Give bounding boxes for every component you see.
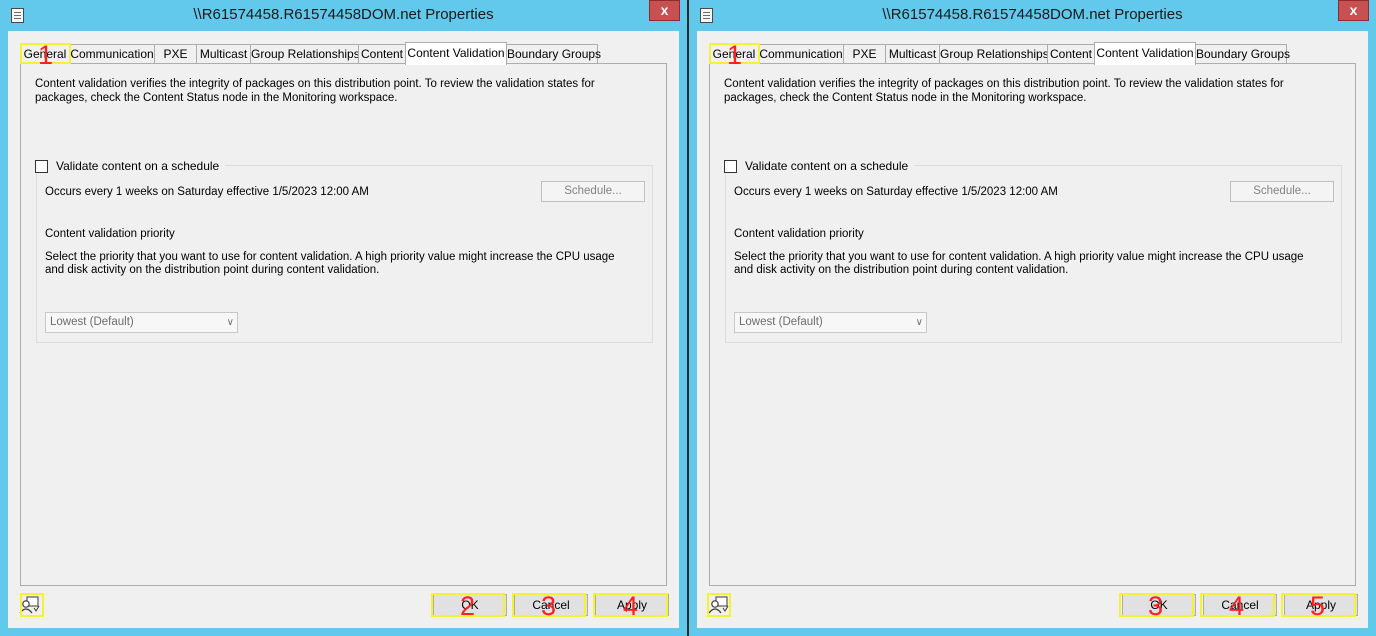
tab-pxe[interactable]: PXE: [154, 44, 197, 64]
apply-button[interactable]: Apply: [1284, 594, 1358, 616]
cancel-button[interactable]: Cancel: [514, 594, 588, 616]
tab-communication[interactable]: Communication: [758, 44, 844, 64]
ok-button[interactable]: OK: [1122, 594, 1196, 616]
tab-content-validation[interactable]: Content Validation: [1094, 42, 1196, 65]
close-button[interactable]: x: [649, 0, 680, 21]
tab-content-validation[interactable]: Content Validation: [405, 42, 507, 65]
dialog-client-area: General Communication PXE Multicast Grou…: [8, 31, 679, 628]
priority-dropdown-value: Lowest (Default): [739, 316, 823, 328]
tab-group-relationships[interactable]: Group Relationships: [250, 44, 360, 64]
ok-button[interactable]: OK: [433, 594, 507, 616]
priority-description: Select the priority that you want to use…: [45, 251, 615, 276]
properties-dialog-left: \\R61574458.R61574458DOM.net Properties …: [0, 0, 687, 636]
tab-panel-content-validation: Content validation verifies the integrit…: [20, 63, 667, 586]
priority-heading: Content validation priority: [734, 228, 864, 240]
validate-schedule-checkbox[interactable]: [35, 159, 48, 173]
window-title: \\R61574458.R61574458DOM.net Properties: [882, 6, 1183, 23]
tab-group-relationships[interactable]: Group Relationships: [939, 44, 1049, 64]
chevron-down-icon: ∨: [915, 317, 923, 328]
schedule-checkbox-row[interactable]: Validate content on a schedule: [724, 158, 915, 174]
title-bar[interactable]: \\R61574458.R61574458DOM.net Properties …: [0, 0, 687, 31]
tab-communication[interactable]: Communication: [69, 44, 155, 64]
tab-general[interactable]: General: [20, 44, 70, 64]
priority-dropdown-value: Lowest (Default): [50, 316, 134, 328]
description-text: Content validation verifies the integrit…: [724, 78, 1284, 104]
user-help-icon[interactable]: [707, 594, 731, 616]
validate-schedule-label: Validate content on a schedule: [745, 159, 909, 173]
tab-general[interactable]: General: [709, 44, 759, 64]
window-title: \\R61574458.R61574458DOM.net Properties: [193, 6, 494, 23]
tab-boundary-groups[interactable]: Boundary Groups: [1195, 44, 1290, 64]
schedule-checkbox-row[interactable]: Validate content on a schedule: [35, 158, 226, 174]
schedule-occurs-text: Occurs every 1 weeks on Saturday effecti…: [734, 186, 1058, 198]
validate-schedule-checkbox[interactable]: [724, 159, 737, 173]
properties-dialog-right: \\R61574458.R61574458DOM.net Properties …: [689, 0, 1376, 636]
schedule-button[interactable]: Schedule...: [541, 181, 645, 202]
tab-boundary-groups[interactable]: Boundary Groups: [506, 44, 601, 64]
schedule-occurs-text: Occurs every 1 weeks on Saturday effecti…: [45, 186, 369, 198]
tab-multicast[interactable]: Multicast: [885, 44, 940, 64]
validate-schedule-label: Validate content on a schedule: [56, 159, 220, 173]
priority-heading: Content validation priority: [45, 228, 175, 240]
priority-dropdown[interactable]: Lowest (Default) ∨: [734, 312, 927, 333]
apply-button[interactable]: Apply: [595, 594, 669, 616]
user-help-icon[interactable]: [18, 594, 42, 616]
tab-pxe[interactable]: PXE: [843, 44, 886, 64]
dialog-client-area: General Communication PXE Multicast Grou…: [697, 31, 1368, 628]
priority-dropdown[interactable]: Lowest (Default) ∨: [45, 312, 238, 333]
schedule-button[interactable]: Schedule...: [1230, 181, 1334, 202]
tab-multicast[interactable]: Multicast: [196, 44, 251, 64]
tab-panel-content-validation: Content validation verifies the integrit…: [709, 63, 1356, 586]
priority-description: Select the priority that you want to use…: [734, 251, 1304, 276]
tab-content[interactable]: Content: [358, 44, 406, 64]
tab-content[interactable]: Content: [1047, 44, 1095, 64]
title-bar[interactable]: \\R61574458.R61574458DOM.net Properties …: [689, 0, 1376, 31]
cancel-button[interactable]: Cancel: [1203, 594, 1277, 616]
close-button[interactable]: x: [1338, 0, 1369, 21]
chevron-down-icon: ∨: [226, 317, 234, 328]
description-text: Content validation verifies the integrit…: [35, 78, 595, 104]
